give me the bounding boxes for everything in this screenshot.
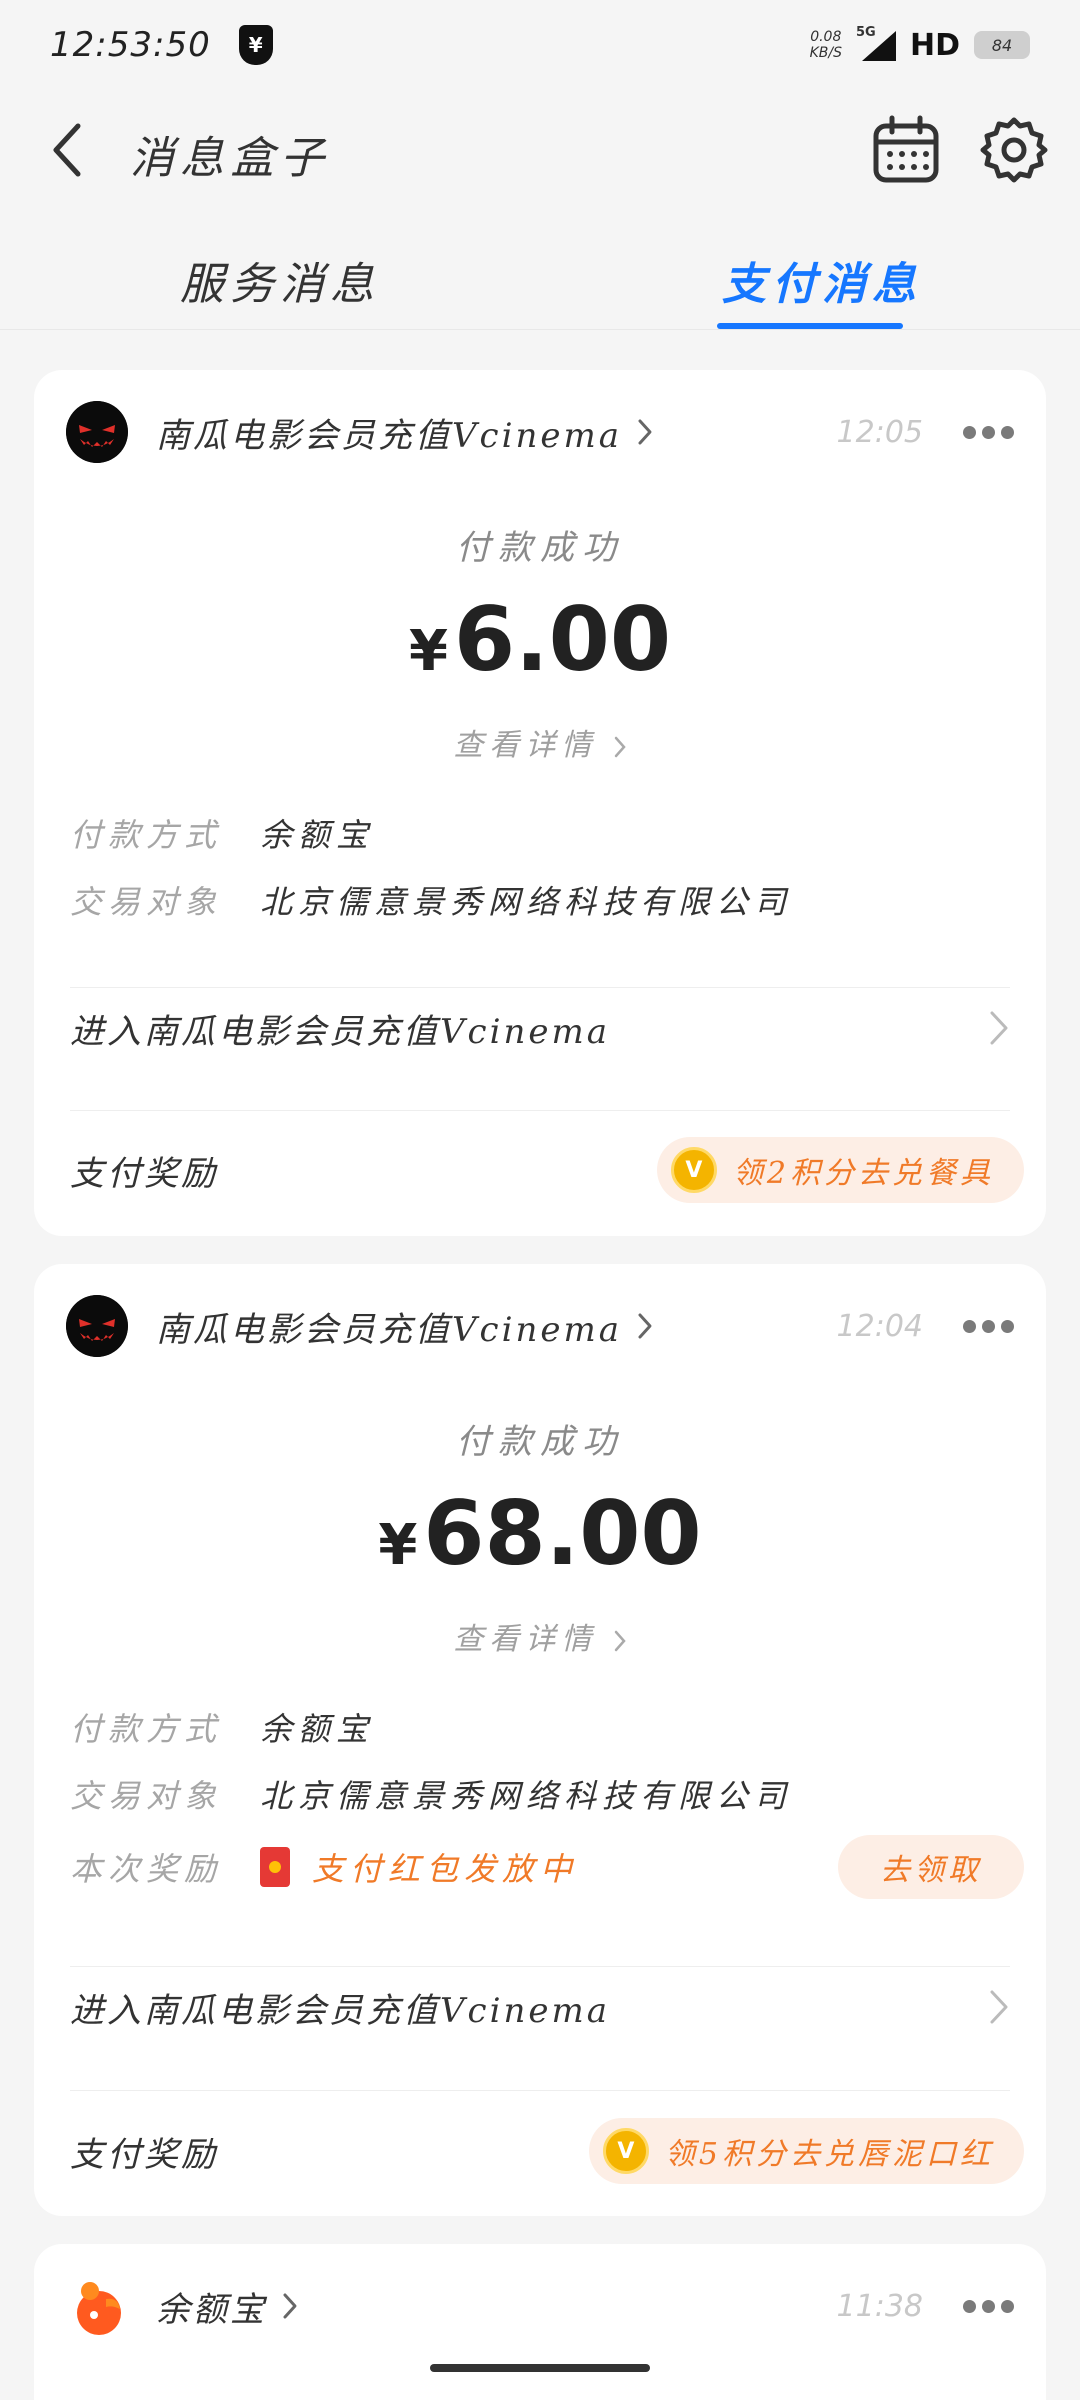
chevron-right-icon (638, 419, 652, 445)
tab-payment-messages[interactable]: 支付消息 (722, 248, 922, 312)
amount-value: 68.00 (423, 1482, 702, 1585)
divider (70, 1110, 1010, 1111)
detail-value: 北京儒意景秀网络科技有限公司 (260, 883, 793, 921)
net-speed: 0.08 KB/S (810, 29, 842, 61)
chevron-right-icon (614, 1630, 626, 1652)
view-details-label: 查看详情 (453, 728, 598, 763)
view-details-link[interactable]: 查看详情 (34, 1614, 1046, 1658)
more-icon[interactable] (963, 1319, 1014, 1333)
card-header: 南瓜电影会员充值Vcinema 12:05 (66, 400, 1014, 464)
red-packet-icon (260, 1847, 290, 1887)
payment-card[interactable]: 南瓜电影会员充值Vcinema 12:05 付款成功 ¥6.00 查看详情 付款… (34, 370, 1046, 1236)
reward-points-button[interactable]: V 领5积分去兑唇泥口红 (588, 2118, 1024, 2184)
merchant-avatar (66, 401, 128, 463)
currency-symbol: ¥ (378, 1513, 418, 1578)
merchant-name[interactable]: 余额宝 (156, 2282, 267, 2331)
amount-value: 6.00 (453, 588, 672, 691)
card-header: 余额宝 11:38 (66, 2274, 1014, 2338)
message-time: 12:04 (836, 1308, 923, 1344)
payment-amount: ¥6.00 (34, 588, 1046, 691)
card-header: 南瓜电影会员充值Vcinema 12:04 (66, 1294, 1014, 1358)
battery-icon: 84 (974, 31, 1030, 59)
settings-button[interactable] (980, 116, 1048, 184)
chevron-right-icon (990, 1990, 1008, 2024)
payment-status: 付款成功 (456, 528, 624, 568)
detail-label: 交易对象 (70, 1777, 223, 1815)
detail-value: 余额宝 (260, 1710, 375, 1748)
currency-symbol: ¥ (408, 619, 448, 684)
net-speed-unit: KB/S (809, 45, 842, 61)
coin-icon: V (670, 1147, 717, 1193)
payment-card[interactable]: 余额宝 11:38 (34, 2244, 1046, 2400)
tab-service-messages[interactable]: 服务消息 (180, 248, 380, 312)
status-indicators: 0.08 KB/S 5G HD 84 (810, 25, 1030, 63)
reward-points-button[interactable]: V 领2积分去兑餐具 (656, 1137, 1024, 1203)
view-details-label: 查看详情 (453, 1622, 598, 1657)
gear-icon (980, 117, 1048, 183)
chevron-right-icon (638, 1313, 652, 1339)
more-icon[interactable] (963, 425, 1014, 439)
signal-icon: 5G (856, 25, 896, 61)
view-details-link[interactable]: 查看详情 (34, 720, 1046, 764)
payment-reward-row: 支付奖励 V 领2积分去兑餐具 (70, 1135, 1024, 1205)
enter-merchant-label: 进入南瓜电影会员充值Vcinema (70, 1011, 610, 1052)
payment-status: 付款成功 (456, 1422, 624, 1462)
claim-button[interactable]: 去领取 (838, 1835, 1024, 1899)
tab-bar: 服务消息 支付消息 (0, 220, 1080, 330)
net-speed-value: 0.08 (810, 29, 842, 45)
merchant-avatar (66, 2275, 128, 2337)
detail-row: 付款方式 余额宝 (70, 808, 1010, 858)
merchant-name[interactable]: 南瓜电影会员充值Vcinema (156, 408, 622, 457)
bonus-row: 本次奖励 支付红包发放中 去领取 (70, 1832, 1024, 1902)
coin-icon: V (602, 2128, 649, 2174)
message-time: 12:05 (836, 414, 923, 450)
detail-label: 付款方式 (70, 1710, 223, 1748)
calendar-button[interactable] (870, 114, 942, 186)
status-time: 12:53:50 (50, 25, 211, 65)
divider (70, 2090, 1010, 2091)
back-icon (53, 123, 81, 177)
payment-card[interactable]: 南瓜电影会员充值Vcinema 12:04 付款成功 ¥68.00 查看详情 付… (34, 1264, 1046, 2216)
detail-row: 付款方式 余额宝 (70, 1702, 1010, 1752)
reward-label: 支付奖励 (70, 1153, 218, 1194)
calendar-icon (873, 115, 939, 183)
enter-merchant-label: 进入南瓜电影会员充值Vcinema (70, 1990, 610, 2031)
hd-indicator: HD (909, 27, 960, 63)
detail-value: 北京儒意景秀网络科技有限公司 (260, 1777, 793, 1815)
payment-reward-row: 支付奖励 V 领5积分去兑唇泥口红 (70, 2116, 1024, 2186)
more-icon[interactable] (963, 2299, 1014, 2313)
bonus-value: 支付红包发放中 (312, 1850, 579, 1888)
chevron-right-icon (614, 736, 626, 758)
nav-bar: 消息盒子 (0, 100, 1080, 200)
tab-active-indicator (717, 323, 903, 329)
reward-text: 领2积分去兑餐具 (732, 1156, 994, 1191)
payment-amount: ¥68.00 (34, 1482, 1046, 1585)
shield-icon: ¥ (238, 25, 273, 65)
home-indicator[interactable] (430, 2364, 650, 2372)
reward-label: 支付奖励 (70, 2134, 218, 2175)
detail-label: 交易对象 (70, 883, 223, 921)
merchant-avatar (66, 1295, 128, 1357)
chevron-right-icon (283, 2293, 297, 2319)
bonus-label: 本次奖励 (70, 1850, 223, 1888)
chevron-right-icon (990, 1011, 1008, 1045)
detail-label: 付款方式 (70, 816, 223, 854)
enter-merchant-row[interactable]: 进入南瓜电影会员充值Vcinema (70, 988, 1010, 1068)
message-time: 11:38 (836, 2288, 923, 2324)
status-bar: 12:53:50 ¥ 0.08 KB/S 5G HD 84 (0, 0, 1080, 90)
detail-value: 余额宝 (260, 816, 375, 854)
reward-text: 领5积分去兑唇泥口红 (664, 2137, 994, 2172)
enter-merchant-row[interactable]: 进入南瓜电影会员充值Vcinema (70, 1967, 1010, 2047)
page-title: 消息盒子 (130, 133, 330, 184)
detail-row: 交易对象 北京儒意景秀网络科技有限公司 (70, 1769, 1010, 1819)
back-button[interactable] (40, 122, 96, 178)
merchant-name[interactable]: 南瓜电影会员充值Vcinema (156, 1302, 622, 1351)
detail-row: 交易对象 北京儒意景秀网络科技有限公司 (70, 875, 1010, 925)
